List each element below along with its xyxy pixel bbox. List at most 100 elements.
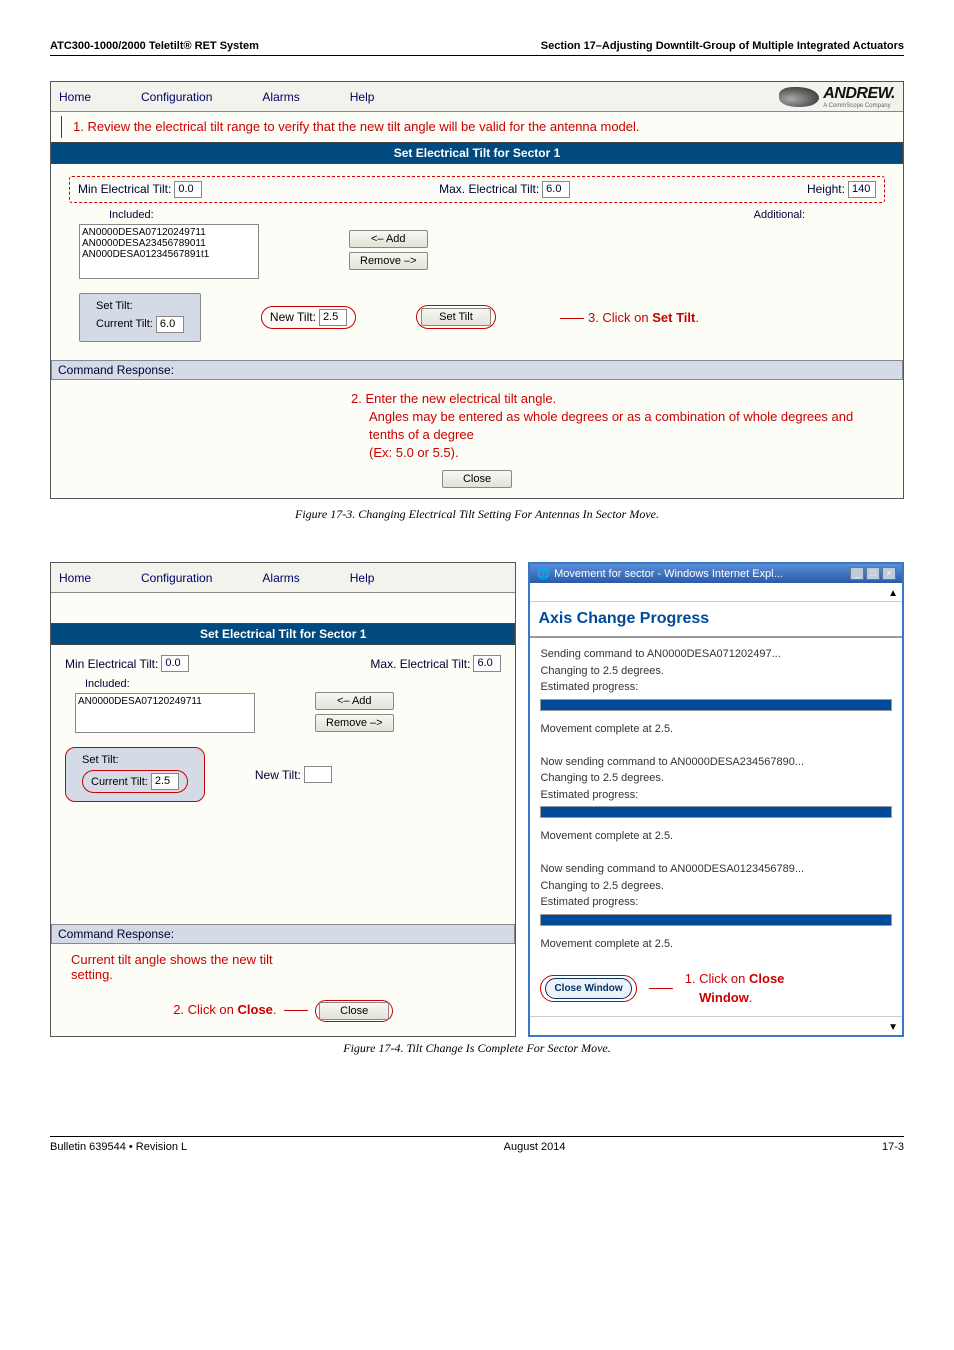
ie-icon: 🌐	[536, 567, 550, 580]
figure-17-4: Home Configuration Alarms Help Set Elect…	[50, 562, 904, 1037]
included-block: AN0000DESA07120249711 AN0000DESA23456789…	[69, 221, 885, 287]
max-tilt-input[interactable]: 6.0	[473, 655, 501, 672]
ie-title-bar: 🌐 Movement for sector - Windows Internet…	[530, 564, 902, 583]
device-list[interactable]: AN0000DESA07120249711 AN0000DESA23456789…	[79, 224, 259, 279]
menu-home[interactable]: Home	[59, 571, 91, 585]
close-button[interactable]: Close	[442, 470, 512, 488]
close-icon[interactable]: ×	[882, 567, 896, 580]
annotation-step2-line2: Angles may be entered as whole degrees o…	[351, 408, 863, 444]
logo-subtext: A CommScope Company	[823, 103, 895, 109]
progress-line: Estimated progress:	[540, 787, 892, 804]
set-tilt-button[interactable]: Set Tilt	[421, 308, 491, 326]
fig2-left-panel: Home Configuration Alarms Help Set Elect…	[50, 562, 516, 1037]
progress-line: Changing to 2.5 degrees.	[540, 878, 892, 895]
annotation-click-close: 2. Click on Close.	[173, 1002, 276, 1017]
height-input[interactable]: 140	[848, 181, 876, 198]
remove-button[interactable]: Remove –>	[349, 252, 428, 270]
new-tilt-input[interactable]: 2.5	[319, 309, 347, 326]
annotation-set-tilt: 3. Click on Set Tilt.	[588, 310, 699, 325]
annotation-review: 1. Review the electrical tilt range to v…	[51, 112, 903, 142]
new-tilt-input[interactable]	[304, 766, 332, 783]
minimize-icon[interactable]: _	[850, 567, 864, 580]
logo-text: ANDREW.	[823, 85, 895, 103]
command-response-label: Command Response:	[51, 360, 903, 380]
progress-line: Movement complete at 2.5.	[540, 936, 892, 953]
progress-bar	[540, 914, 892, 926]
annotation-step2: 2. Enter the new electrical tilt angle. …	[51, 380, 903, 467]
progress-line: Estimated progress:	[540, 894, 892, 911]
page-footer: Bulletin 639544 • Revision L August 2014…	[50, 1136, 904, 1153]
set-tilt-title: Set Tilt:	[82, 754, 188, 766]
current-tilt-label: Current Tilt:	[96, 318, 153, 330]
sector-banner-2: Set Electrical Tilt for Sector 1	[51, 623, 515, 645]
scroll-up-icon[interactable]: ▲	[888, 588, 898, 599]
logo-andrew: ANDREW. A CommScope Company	[779, 85, 895, 109]
max-tilt-input[interactable]: 6.0	[542, 181, 570, 198]
current-tilt-label: Current Tilt:	[91, 776, 148, 788]
close-button-2[interactable]: Close	[319, 1002, 389, 1020]
panel-body: Min Electrical Tilt: 0.0 Max. Electrical…	[51, 164, 903, 360]
annotation-step2-line1: 2. Enter the new electrical tilt angle.	[351, 390, 863, 408]
progress-line: Now sending command to AN000DESA01234567…	[540, 861, 892, 878]
remove-button[interactable]: Remove –>	[315, 714, 394, 732]
progress-line: Sending command to AN0000DESA071202497..…	[540, 646, 892, 663]
menu-home[interactable]: Home	[59, 90, 91, 104]
menu-help[interactable]: Help	[350, 571, 375, 585]
menubar: Home Configuration Alarms Help ANDREW. A…	[51, 82, 903, 112]
new-tilt-group: New Tilt: 2.5	[261, 306, 356, 329]
doc-header-right: Section 17–Adjusting Downtilt-Group of M…	[541, 40, 904, 52]
ie-body: Sending command to AN0000DESA071202497..…	[530, 638, 902, 1016]
tilt-range-row: Min Electrical Tilt: 0.0 Max. Electrical…	[69, 176, 885, 203]
swoosh-icon	[779, 87, 819, 107]
set-tilt-title: Set Tilt:	[96, 300, 184, 312]
annotation-current-tilt: Current tilt angle shows the new tilt se…	[71, 952, 291, 982]
device-row[interactable]: AN0000DESA07120249711	[78, 696, 252, 707]
menubar-2: Home Configuration Alarms Help	[51, 563, 515, 593]
sector-banner: Set Electrical Tilt for Sector 1	[51, 142, 903, 164]
ie-window: 🌐 Movement for sector - Windows Internet…	[528, 562, 904, 1037]
add-button[interactable]: <– Add	[349, 230, 428, 248]
progress-bar	[540, 806, 892, 818]
device-row[interactable]: AN000DESA01234567891t1	[82, 249, 256, 260]
annotation-close-window: 1. Click on Close Window.	[685, 969, 785, 1008]
close-window-button[interactable]: Close Window	[545, 978, 631, 999]
footer-left: Bulletin 639544 • Revision L	[50, 1141, 187, 1153]
current-tilt-value: 2.5	[151, 773, 179, 790]
annotation-step2-line3: (Ex: 5.0 or 5.5).	[351, 444, 863, 462]
progress-line: Movement complete at 2.5.	[540, 721, 892, 738]
max-tilt-label: Max. Electrical Tilt:	[439, 182, 539, 196]
included-label: Included:	[109, 209, 154, 221]
height-label: Height:	[807, 182, 845, 196]
min-tilt-input[interactable]: 0.0	[174, 181, 202, 198]
set-tilt-row: Set Tilt: Current Tilt: 6.0 New Tilt: 2.…	[69, 287, 885, 348]
add-button[interactable]: <– Add	[315, 692, 394, 710]
progress-bar	[540, 699, 892, 711]
axis-change-heading: Axis Change Progress	[530, 602, 902, 638]
menu-alarms[interactable]: Alarms	[262, 571, 299, 585]
device-row[interactable]: AN0000DESA07120249711	[82, 227, 256, 238]
command-response-label-2: Command Response:	[51, 924, 515, 944]
included-label-2: Included:	[85, 678, 501, 690]
device-row[interactable]: AN0000DESA23456789011	[82, 238, 256, 249]
scroll-down-icon[interactable]: ▼	[888, 1022, 898, 1033]
menu-alarms[interactable]: Alarms	[262, 90, 299, 104]
doc-header-left: ATC300-1000/2000 Teletilt® RET System	[50, 40, 259, 52]
min-tilt-input[interactable]: 0.0	[161, 655, 189, 672]
figure-caption-17-3: Figure 17-3. Changing Electrical Tilt Se…	[50, 507, 904, 522]
menu-config[interactable]: Configuration	[141, 571, 212, 585]
menu-help[interactable]: Help	[350, 90, 375, 104]
current-tilt-value: 6.0	[156, 316, 184, 333]
maximize-icon[interactable]: □	[866, 567, 880, 580]
figure-17-3: Home Configuration Alarms Help ANDREW. A…	[50, 81, 904, 499]
min-tilt-label: Min Electrical Tilt:	[65, 657, 158, 671]
device-list-2[interactable]: AN0000DESA07120249711	[75, 693, 255, 733]
footer-right: 17-3	[882, 1141, 904, 1153]
max-tilt-label: Max. Electrical Tilt:	[370, 657, 470, 671]
new-tilt-label: New Tilt:	[255, 768, 301, 782]
ie-title-text: Movement for sector - Windows Internet E…	[554, 568, 783, 580]
new-tilt-label: New Tilt:	[270, 310, 316, 324]
additional-label: Additional:	[754, 209, 805, 221]
doc-header: ATC300-1000/2000 Teletilt® RET System Se…	[50, 40, 904, 56]
menu-config[interactable]: Configuration	[141, 90, 212, 104]
footer-center: August 2014	[504, 1141, 566, 1153]
